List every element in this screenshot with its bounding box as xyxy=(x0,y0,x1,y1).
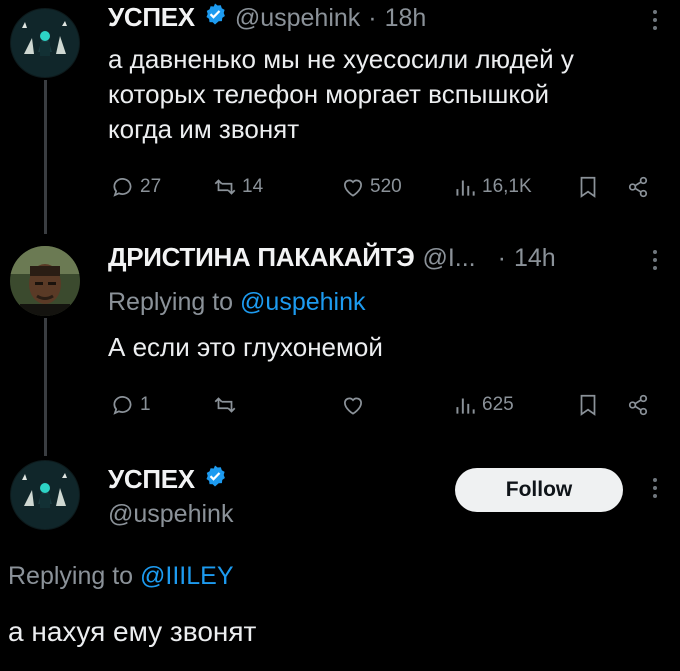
author-name[interactable]: ДРИСТИНА ПАКАКАЙТЭ xyxy=(108,242,415,273)
avatar[interactable] xyxy=(10,8,80,78)
reply-icon xyxy=(113,178,132,197)
like-icon xyxy=(344,179,362,197)
replying-to: Replying to @IIILEY xyxy=(8,562,234,591)
tweet-text-line: когда им звонят xyxy=(108,114,300,144)
more-icon[interactable] xyxy=(650,250,660,270)
replying-handle[interactable]: @uspehink xyxy=(240,288,365,316)
replying-prefix: Replying to xyxy=(108,288,234,316)
author-handle[interactable]: @I... xyxy=(422,244,475,273)
like-button[interactable] xyxy=(340,392,366,418)
author-name[interactable]: УСПЕХ xyxy=(108,464,195,495)
timestamp[interactable]: 18h xyxy=(385,4,427,33)
like-icon xyxy=(344,397,362,415)
thread-line xyxy=(44,318,47,456)
views-button[interactable]: 625 xyxy=(452,392,514,418)
reply-count: 1 xyxy=(140,394,151,415)
more-icon[interactable] xyxy=(650,478,660,498)
bookmark-icon xyxy=(580,176,596,198)
avatar[interactable] xyxy=(10,460,80,530)
like-button[interactable]: 520 xyxy=(340,174,402,200)
retweet-icon xyxy=(214,179,236,195)
tweet-text-line: а давненько мы не хуесосили людей у xyxy=(108,44,574,74)
tweet2-actions: 1 625 xyxy=(0,390,680,420)
views-icon xyxy=(456,398,475,414)
replying-handle[interactable]: @IIILEY xyxy=(140,562,233,590)
views-count: 625 xyxy=(482,394,514,415)
reply-button[interactable]: 1 xyxy=(110,392,151,418)
reply-icon xyxy=(113,396,132,415)
tweet-text: а давненько мы не хуесосили людей у кото… xyxy=(108,42,574,147)
retweet-icon xyxy=(214,397,236,413)
like-count: 520 xyxy=(370,176,402,197)
tweet3-header: УСПЕХ xyxy=(108,464,227,495)
retweet-count: 14 xyxy=(242,176,264,197)
follow-button[interactable]: Follow xyxy=(455,468,623,512)
tweet-text-line: которых телефон моргает вспышкой xyxy=(108,79,549,109)
views-count: 16,1K xyxy=(482,176,532,197)
share-button[interactable] xyxy=(625,392,651,418)
bookmark-button[interactable] xyxy=(575,174,601,200)
replying-to: Replying to @uspehink xyxy=(108,288,365,317)
more-icon[interactable] xyxy=(650,10,660,30)
avatar[interactable] xyxy=(10,246,80,316)
share-icon xyxy=(628,176,648,198)
thread-line xyxy=(44,80,47,234)
separator: · xyxy=(497,244,506,272)
share-icon xyxy=(628,394,648,416)
tweet1-actions: 27 14 520 16,1K xyxy=(0,172,680,202)
tweet1-header: УСПЕХ @uspehink · 18h xyxy=(108,2,426,33)
separator: · xyxy=(368,4,377,32)
retweet-button[interactable]: 14 xyxy=(212,174,263,200)
share-button[interactable] xyxy=(625,174,651,200)
replying-prefix: Replying to xyxy=(8,562,134,590)
bookmark-button[interactable] xyxy=(575,392,601,418)
timestamp[interactable]: 14h xyxy=(514,244,556,273)
author-name[interactable]: УСПЕХ xyxy=(108,2,195,33)
verified-icon xyxy=(206,3,225,25)
tweet2-header: ДРИСТИНА ПАКАКАЙТЭ @I... · 14h xyxy=(108,242,556,273)
views-icon xyxy=(456,180,475,196)
reply-button[interactable]: 27 xyxy=(110,174,161,200)
tweet-text: А если это глухонемой xyxy=(108,332,383,362)
reply-count: 27 xyxy=(140,176,162,197)
author-handle[interactable]: @uspehink xyxy=(108,500,233,529)
views-button[interactable]: 16,1K xyxy=(452,174,532,200)
author-handle[interactable]: @uspehink xyxy=(235,4,360,33)
bookmark-icon xyxy=(580,394,596,416)
tweet-text: а нахуя ему звонят xyxy=(8,616,257,647)
verified-icon xyxy=(206,465,225,487)
retweet-button[interactable] xyxy=(212,392,238,418)
